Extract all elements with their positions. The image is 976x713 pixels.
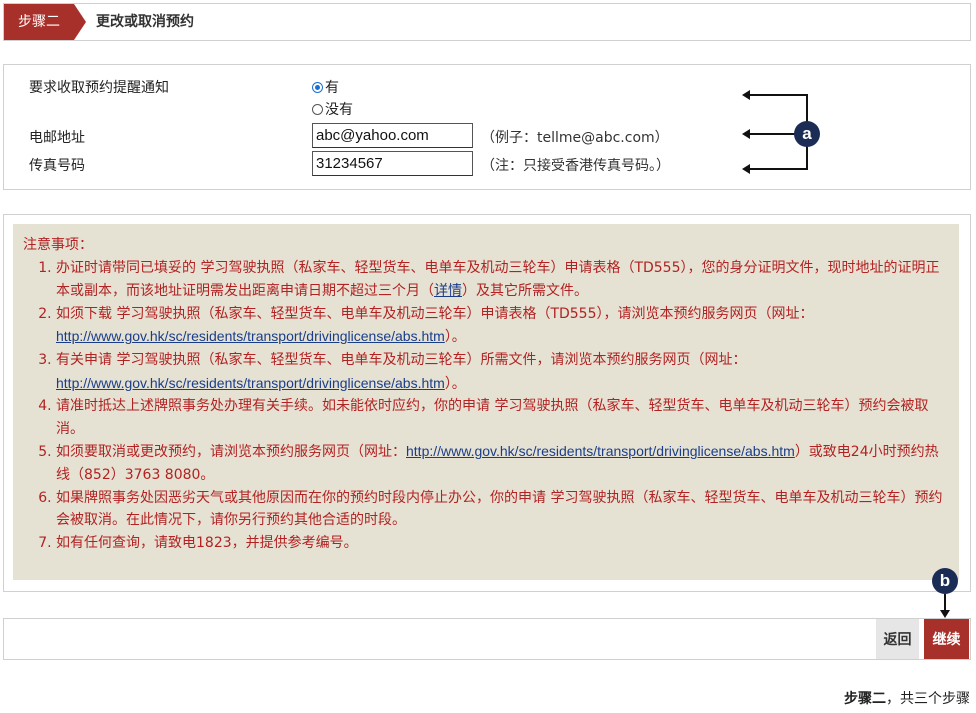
callout-a-line-1: [750, 94, 808, 96]
reminder-option-yes-label: 有: [325, 80, 339, 96]
note-item-4: 请准时抵达上述牌照事务处办理有关手续。如未能依时应约，你的申请 学习驾驶执照（私…: [56, 395, 948, 440]
reminder-label: 要求收取预约提醒通知: [29, 80, 169, 96]
fax-hint: （注：只接受香港传真号码。）: [481, 158, 670, 174]
notes-list: 办证时请带同已填妥的 学习驾驶执照（私家车、轻型货车、电单车及机动三轮车）申请表…: [23, 257, 948, 555]
note-2-url-link[interactable]: http://www.gov.hk/sc/residents/transport…: [56, 328, 445, 344]
note-5-url-link[interactable]: http://www.gov.hk/sc/residents/transport…: [406, 443, 795, 459]
step-header: 步骤二 更改或取消预约: [3, 3, 971, 41]
note-3-text-end: ）。: [444, 375, 466, 392]
email-label: 电邮地址: [29, 130, 85, 146]
email-hint: （例子：tellme@abc.com）: [481, 130, 669, 146]
reminder-option-no-label: 没有: [325, 102, 353, 118]
radio-yes[interactable]: [312, 82, 323, 93]
note-7-text: 如有任何查询，请致电1823，并提供参考编号。: [56, 534, 358, 551]
action-bar: [3, 618, 971, 660]
step-total: ，共三个步骤: [886, 691, 970, 707]
notes-content: 注意事项： 办证时请带同已填妥的 学习驾驶执照（私家车、轻型货车、电单车及机动三…: [23, 234, 948, 554]
callout-a-marker: a: [794, 121, 820, 147]
note-3-text: 有关申请 学习驾驶执照（私家车、轻型货车、电单车及机动三轮车）所需文件，请浏览本…: [56, 351, 747, 368]
arrow-left-icon: [742, 90, 750, 100]
note-item-5: 如须要取消或更改预约，请浏览本预约服务网页（网址：http://www.gov.…: [56, 440, 948, 486]
continue-button[interactable]: 继续: [924, 619, 969, 659]
note-1-text-end: ）及其它所需文件。: [462, 283, 588, 300]
fax-label: 传真号码: [29, 158, 85, 174]
note-item-7: 如有任何查询，请致电1823，并提供参考编号。: [56, 532, 948, 555]
email-input[interactable]: [312, 123, 473, 148]
callout-b-marker: b: [932, 568, 958, 594]
note-item-6: 如果牌照事务处因恶劣天气或其他原因而在你的预约时段内停止办公，你的申请 学习驾驶…: [56, 487, 948, 532]
reminder-option-yes[interactable]: 有: [312, 77, 339, 97]
note-2-text-end: ）。: [444, 329, 466, 346]
arrow-left-icon: [742, 129, 750, 139]
fax-input[interactable]: [312, 151, 473, 176]
step-badge: 步骤二: [4, 4, 74, 40]
notes-heading: 注意事项：: [23, 237, 93, 253]
note-4-text: 请准时抵达上述牌照事务处办理有关手续。如未能依时应约，你的申请 学习驾驶执照（私…: [56, 398, 929, 437]
page-title: 更改或取消预约: [96, 14, 194, 30]
note-item-3: 有关申请 学习驾驶执照（私家车、轻型货车、电单车及机动三轮车）所需文件，请浏览本…: [56, 349, 948, 395]
note-6-text: 如果牌照事务处因恶劣天气或其他原因而在你的预约时段内停止办公，你的申请 学习驾驶…: [56, 489, 943, 529]
arrow-down-icon: [940, 610, 950, 618]
radio-no[interactable]: [312, 104, 323, 115]
reminder-option-no[interactable]: 没有: [312, 99, 353, 119]
callout-a-line-3: [750, 168, 808, 170]
note-item-1: 办证时请带同已填妥的 学习驾驶执照（私家车、轻型货车、电单车及机动三轮车）申请表…: [56, 257, 948, 303]
arrow-left-icon: [742, 164, 750, 174]
back-button[interactable]: 返回: [876, 619, 919, 659]
note-1-details-link[interactable]: 详情: [434, 282, 462, 298]
note-5-text: 如须要取消或更改预约，请浏览本预约服务网页（网址：: [56, 444, 406, 461]
note-3-url-link[interactable]: http://www.gov.hk/sc/residents/transport…: [56, 375, 445, 391]
step-current: 步骤二: [844, 691, 886, 707]
step-progress: 步骤二，共三个步骤: [844, 688, 970, 708]
note-item-2: 如须下载 学习驾驶执照（私家车、轻型货车、电单车及机动三轮车）申请表格（TD55…: [56, 303, 948, 349]
note-2-text: 如须下载 学习驾驶执照（私家车、轻型货车、电单车及机动三轮车）申请表格（TD55…: [56, 305, 814, 322]
step-badge-arrow: [74, 4, 86, 40]
